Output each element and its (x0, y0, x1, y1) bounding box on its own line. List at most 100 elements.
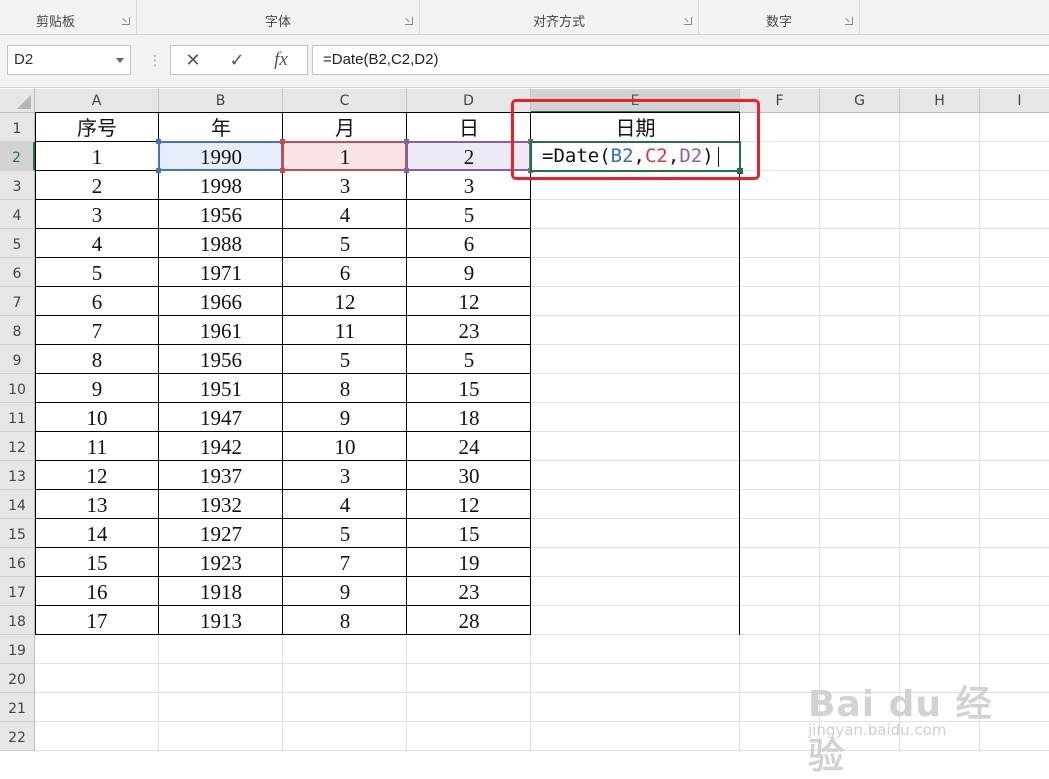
cell-c15[interactable]: 5 (283, 519, 407, 548)
cell-d15[interactable]: 15 (407, 519, 531, 548)
dialog-launcher-icon[interactable] (122, 17, 130, 25)
column-header-h[interactable]: H (900, 89, 980, 113)
row-header-12[interactable]: 12 (0, 432, 35, 461)
cell-b15[interactable]: 1927 (159, 519, 283, 548)
resize-handle-icon[interactable] (404, 139, 409, 144)
row-header-18[interactable]: 18 (0, 606, 35, 635)
row-header-9[interactable]: 9 (0, 345, 35, 374)
cell-b17[interactable]: 1918 (159, 577, 283, 606)
cell-a16[interactable]: 15 (35, 548, 159, 577)
cell-d5[interactable]: 6 (407, 229, 531, 258)
cell-c9[interactable]: 5 (283, 345, 407, 374)
row-header-13[interactable]: 13 (0, 461, 35, 490)
cell-d8[interactable]: 23 (407, 316, 531, 345)
dialog-launcher-icon[interactable] (684, 17, 692, 25)
cell-a9[interactable]: 8 (35, 345, 159, 374)
cell-c13[interactable]: 3 (283, 461, 407, 490)
row-header-2[interactable]: 2 (0, 142, 35, 171)
cell-a2[interactable]: 1 (35, 142, 159, 171)
cell-a7[interactable]: 6 (35, 287, 159, 316)
cell-d16[interactable]: 19 (407, 548, 531, 577)
column-header-a[interactable]: A (35, 89, 159, 113)
more-options-icon[interactable]: ⋮ (148, 53, 162, 67)
cell-b13[interactable]: 1937 (159, 461, 283, 490)
cell-c6[interactable]: 6 (283, 258, 407, 287)
formula-input[interactable]: =Date(B2,C2,D2) (312, 45, 1049, 75)
row-header-21[interactable]: 21 (0, 693, 35, 722)
enter-icon[interactable]: ✓ (217, 46, 257, 74)
chevron-down-icon[interactable] (116, 58, 124, 63)
row-header-11[interactable]: 11 (0, 403, 35, 432)
name-box[interactable]: D2 (7, 45, 131, 75)
cell-a10[interactable]: 9 (35, 374, 159, 403)
cell-c4[interactable]: 4 (283, 200, 407, 229)
row-header-20[interactable]: 20 (0, 664, 35, 693)
header-cell-c1[interactable]: 月 (283, 113, 407, 142)
cell-d11[interactable]: 18 (407, 403, 531, 432)
row-header-1[interactable]: 1 (0, 113, 35, 142)
cell-a17[interactable]: 16 (35, 577, 159, 606)
cell-d4[interactable]: 5 (407, 200, 531, 229)
cell-a12[interactable]: 11 (35, 432, 159, 461)
cell-a14[interactable]: 13 (35, 490, 159, 519)
cell-b3[interactable]: 1998 (159, 171, 283, 200)
cell-b14[interactable]: 1932 (159, 490, 283, 519)
row-header-19[interactable]: 19 (0, 635, 35, 664)
resize-handle-icon[interactable] (280, 139, 285, 144)
column-header-g[interactable]: G (820, 89, 900, 113)
resize-handle-icon[interactable] (156, 139, 161, 144)
cell-c17[interactable]: 9 (283, 577, 407, 606)
header-cell-b1[interactable]: 年 (159, 113, 283, 142)
cell-a15[interactable]: 14 (35, 519, 159, 548)
cell-a18[interactable]: 17 (35, 606, 159, 635)
header-cell-a1[interactable]: 序号 (35, 113, 159, 142)
row-header-8[interactable]: 8 (0, 316, 35, 345)
cell-b12[interactable]: 1942 (159, 432, 283, 461)
insert-function-icon[interactable]: fx (261, 46, 301, 74)
row-header-7[interactable]: 7 (0, 287, 35, 316)
cell-c5[interactable]: 5 (283, 229, 407, 258)
cell-b4[interactable]: 1956 (159, 200, 283, 229)
cell-d14[interactable]: 12 (407, 490, 531, 519)
cell-a8[interactable]: 7 (35, 316, 159, 345)
row-header-6[interactable]: 6 (0, 258, 35, 287)
cell-a5[interactable]: 4 (35, 229, 159, 258)
dialog-launcher-icon[interactable] (405, 17, 413, 25)
cell-b8[interactable]: 1961 (159, 316, 283, 345)
cell-c10[interactable]: 8 (283, 374, 407, 403)
cell-b7[interactable]: 1966 (159, 287, 283, 316)
cell-b5[interactable]: 1988 (159, 229, 283, 258)
cell-d10[interactable]: 15 (407, 374, 531, 403)
row-header-5[interactable]: 5 (0, 229, 35, 258)
cell-b16[interactable]: 1923 (159, 548, 283, 577)
column-header-i[interactable]: I (980, 89, 1049, 113)
cell-c7[interactable]: 12 (283, 287, 407, 316)
cell-c8[interactable]: 11 (283, 316, 407, 345)
cell-c14[interactable]: 4 (283, 490, 407, 519)
row-header-22[interactable]: 22 (0, 722, 35, 751)
resize-handle-icon[interactable] (156, 168, 161, 173)
cell-b11[interactable]: 1947 (159, 403, 283, 432)
cell-d18[interactable]: 28 (407, 606, 531, 635)
row-header-14[interactable]: 14 (0, 490, 35, 519)
cell-d13[interactable]: 30 (407, 461, 531, 490)
cell-b9[interactable]: 1956 (159, 345, 283, 374)
column-header-b[interactable]: B (159, 89, 283, 113)
row-header-17[interactable]: 17 (0, 577, 35, 606)
row-header-16[interactable]: 16 (0, 548, 35, 577)
cancel-icon[interactable]: ✕ (173, 46, 213, 74)
cell-c18[interactable]: 8 (283, 606, 407, 635)
resize-handle-icon[interactable] (280, 168, 285, 173)
row-header-4[interactable]: 4 (0, 200, 35, 229)
cell-a3[interactable]: 2 (35, 171, 159, 200)
cell-d6[interactable]: 9 (407, 258, 531, 287)
cell-a13[interactable]: 12 (35, 461, 159, 490)
cell-d17[interactable]: 23 (407, 577, 531, 606)
cell-c11[interactable]: 9 (283, 403, 407, 432)
cell-b10[interactable]: 1951 (159, 374, 283, 403)
resize-handle-icon[interactable] (404, 168, 409, 173)
cell-c12[interactable]: 10 (283, 432, 407, 461)
cell-b18[interactable]: 1913 (159, 606, 283, 635)
dialog-launcher-icon[interactable] (845, 17, 853, 25)
cell-c16[interactable]: 7 (283, 548, 407, 577)
